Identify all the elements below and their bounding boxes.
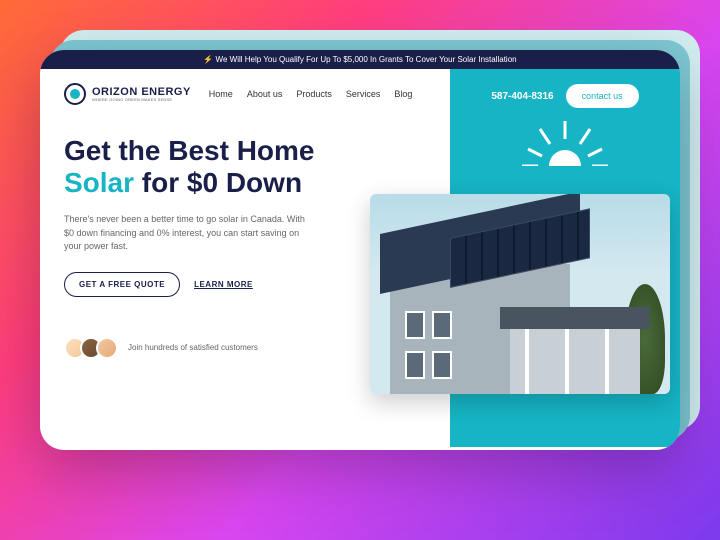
logo-name: ORIZON ENERGY bbox=[92, 87, 191, 98]
navigation-bar: ORIZON ENERGY WHERE GOING GREEN MAKES SE… bbox=[64, 83, 426, 105]
promo-banner: ⚡ We Will Help You Qualify For Up To $5,… bbox=[40, 50, 680, 69]
nav-blog[interactable]: Blog bbox=[394, 89, 412, 99]
hero-title: Get the Best Home Solar for $0 Down bbox=[64, 135, 426, 199]
contact-us-button[interactable]: contact us bbox=[566, 84, 639, 108]
get-quote-button[interactable]: GET A FREE QUOTE bbox=[64, 272, 180, 297]
logo-icon bbox=[64, 83, 86, 105]
nav-services[interactable]: Services bbox=[346, 89, 381, 99]
logo[interactable]: ORIZON ENERGY WHERE GOING GREEN MAKES SE… bbox=[64, 83, 191, 105]
learn-more-link[interactable]: LEARN MORE bbox=[194, 280, 253, 289]
social-proof-text: Join hundreds of satisfied customers bbox=[128, 343, 258, 352]
right-panel: 587-404-8316 contact us bbox=[450, 69, 680, 447]
nav-home[interactable]: Home bbox=[209, 89, 233, 99]
phone-number[interactable]: 587-404-8316 bbox=[491, 91, 553, 102]
nav-about[interactable]: About us bbox=[247, 89, 283, 99]
website-card: ⚡ We Will Help You Qualify For Up To $5,… bbox=[40, 50, 680, 450]
hero-description: There's never been a better time to go s… bbox=[64, 213, 314, 254]
logo-tagline: WHERE GOING GREEN MAKES SENSE bbox=[92, 98, 191, 102]
sun-icon bbox=[520, 121, 610, 166]
avatar bbox=[96, 337, 118, 359]
nav-products[interactable]: Products bbox=[296, 89, 332, 99]
nav-links: Home About us Products Services Blog bbox=[209, 89, 413, 99]
hero-image bbox=[370, 194, 670, 394]
